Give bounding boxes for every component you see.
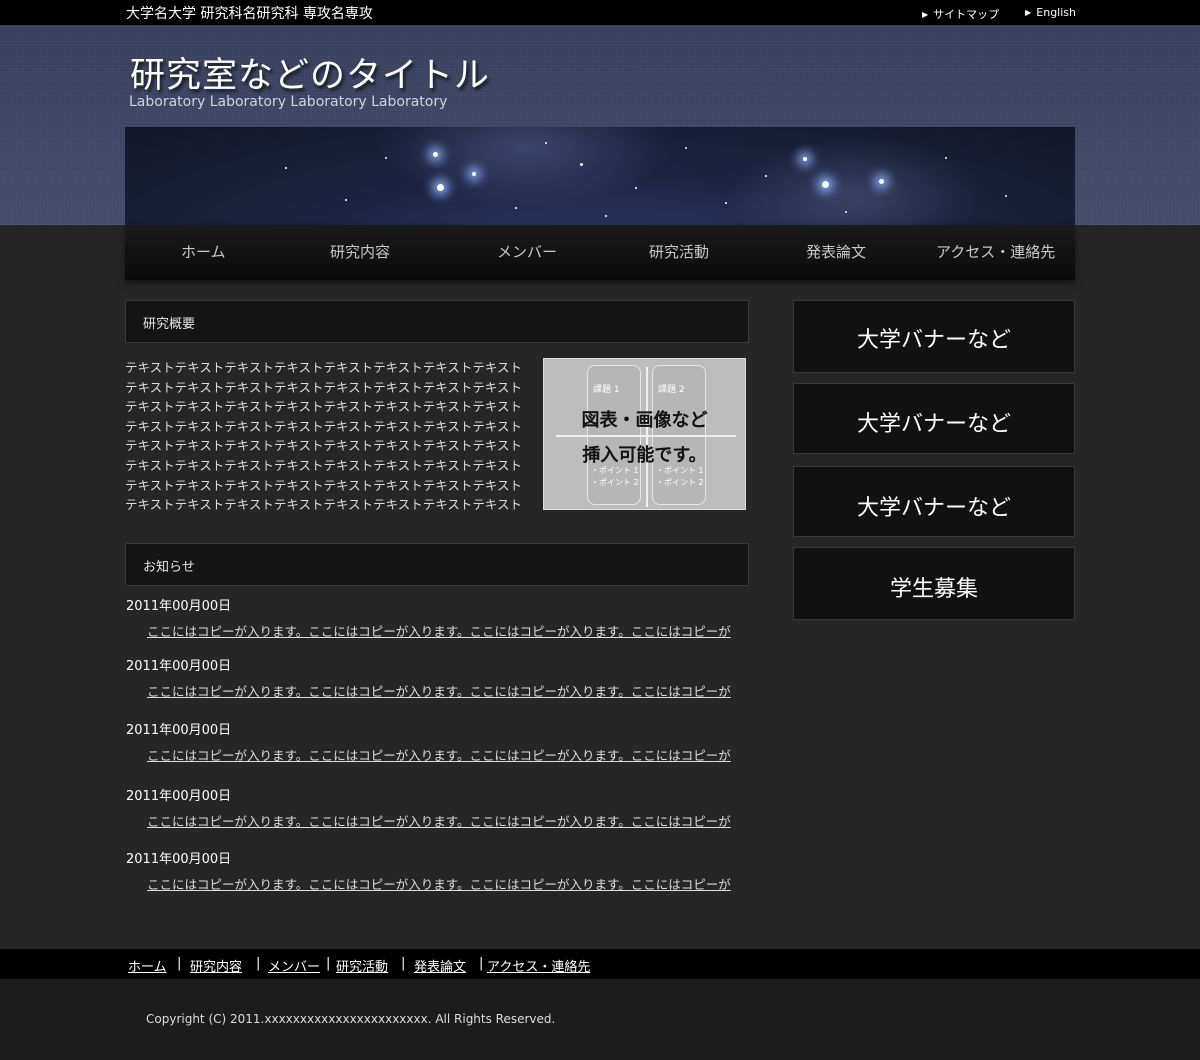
overview-line: テキストテキストテキストテキストテキストテキストテキストテキスト bbox=[125, 360, 523, 375]
news-date: 2011年00月00日 bbox=[126, 659, 232, 674]
footer-separator: | bbox=[177, 956, 182, 971]
news-date: 2011年00月00日 bbox=[126, 852, 232, 867]
news-link[interactable]: ここにはコピーが入ります。ここにはコピーが入ります。ここにはコピーが入ります。こ… bbox=[147, 621, 731, 640]
banner-label: 大学バナーなど bbox=[856, 328, 1011, 353]
footer-separator: | bbox=[401, 956, 406, 971]
news-heading: お知らせ bbox=[143, 560, 195, 575]
news-link[interactable]: ここにはコピーが入ります。ここにはコピーが入ります。ここにはコピーが入ります。こ… bbox=[147, 811, 731, 830]
overview-line: テキストテキストテキストテキストテキストテキストテキストテキスト bbox=[125, 438, 523, 454]
footer-separator: | bbox=[326, 956, 331, 971]
top-links: ▶ サイトマップ ▶ English bbox=[922, 6, 1076, 22]
news-link[interactable]: ここにはコピーが入ります。ここにはコピーが入ります。ここにはコピーが入ります。こ… bbox=[147, 681, 731, 700]
university-banner-2[interactable]: 大学バナーなど bbox=[793, 383, 1075, 454]
footer-link-papers[interactable]: 発表論文 bbox=[414, 956, 466, 975]
footer-link-home[interactable]: ホーム bbox=[128, 956, 167, 975]
main-nav: ホーム 研究内容 メンバー 研究活動 発表論文 アクセス・連絡先 bbox=[125, 225, 1075, 280]
university-name: 大学名大学 研究科名研究科 専攻名専攻 bbox=[126, 6, 373, 22]
footer-separator: | bbox=[256, 956, 261, 971]
banner-label: 大学バナーなど bbox=[856, 412, 1011, 437]
header-banner-image bbox=[125, 127, 1075, 225]
top-bar: 大学名大学 研究科名研究科 専攻名専攻 ▶ サイトマップ ▶ English bbox=[0, 0, 1200, 25]
news-link[interactable]: ここにはコピーが入ります。ここにはコピーが入ります。ここにはコピーが入ります。こ… bbox=[147, 745, 731, 764]
footer-nav: ホーム | 研究内容 | メンバー | 研究活動 | 発表論文 | アクセス・連… bbox=[0, 949, 1200, 979]
sitemap-label: サイトマップ bbox=[933, 8, 1000, 21]
english-label: English bbox=[1036, 6, 1076, 19]
nav-item-members[interactable]: メンバー bbox=[497, 241, 557, 262]
overview-line: テキストテキストテキストテキストテキストテキストテキストテキスト bbox=[125, 418, 523, 434]
footer-link-members[interactable]: メンバー bbox=[268, 956, 320, 975]
figure-caption-2: 挿入可能です。 bbox=[582, 445, 707, 466]
figure-caption-1: 図表・画像など bbox=[581, 410, 708, 431]
overview-line: テキストテキストテキストテキストテキストテキストテキストテキスト bbox=[125, 497, 523, 513]
triangle-right-icon: ▶ bbox=[1025, 8, 1032, 17]
nav-item-papers[interactable]: 発表論文 bbox=[806, 241, 866, 262]
banner-label: 大学バナーなど bbox=[856, 496, 1011, 521]
student-recruitment-banner[interactable]: 学生募集 bbox=[793, 547, 1075, 620]
overview-line: テキストテキストテキストテキストテキストテキストテキストテキスト bbox=[125, 399, 523, 415]
university-banner-3[interactable]: 大学バナーなど bbox=[793, 466, 1075, 537]
english-link[interactable]: ▶ English bbox=[1025, 6, 1076, 22]
overview-line: テキストテキストテキストテキストテキストテキストテキストテキスト bbox=[125, 379, 523, 395]
nav-item-activities[interactable]: 研究活動 bbox=[649, 241, 709, 262]
footer-link-research[interactable]: 研究内容 bbox=[190, 956, 242, 975]
copyright: Copyright (C) 2011.xxxxxxxxxxxxxxxxxxxxx… bbox=[146, 1012, 556, 1026]
nav-item-home[interactable]: ホーム bbox=[181, 241, 226, 262]
nav-item-research[interactable]: 研究内容 bbox=[330, 241, 390, 262]
footer-link-activities[interactable]: 研究活動 bbox=[336, 956, 388, 975]
banner-label: 学生募集 bbox=[889, 577, 978, 602]
figure-point-2: ・ポイント 2 bbox=[591, 478, 639, 487]
footer-separator: | bbox=[479, 956, 484, 971]
news-date: 2011年00月00日 bbox=[126, 789, 232, 804]
site-subtitle: Laboratory Laboratory Laboratory Laborat… bbox=[129, 94, 448, 110]
overview-heading-box: 研究概要 bbox=[125, 300, 749, 343]
overview-heading: 研究概要 bbox=[143, 317, 196, 332]
sitemap-link[interactable]: ▶ サイトマップ bbox=[922, 6, 999, 22]
figure-topic-1: 課題 1 bbox=[593, 385, 620, 395]
university-banner-1[interactable]: 大学バナーなど bbox=[793, 300, 1075, 373]
overview-text: テキストテキストテキストテキストテキストテキストテキストテキスト テキストテキス… bbox=[125, 358, 523, 515]
footer-link-access[interactable]: アクセス・連絡先 bbox=[487, 956, 590, 975]
overview-line: テキストテキストテキストテキストテキストテキストテキストテキスト bbox=[125, 457, 523, 473]
triangle-right-icon: ▶ bbox=[921, 10, 929, 19]
news-link[interactable]: ここにはコピーが入ります。ここにはコピーが入ります。ここにはコピーが入ります。こ… bbox=[147, 874, 731, 893]
figure-topic-2: 課題 2 bbox=[658, 385, 685, 395]
footer: Copyright (C) 2011.xxxxxxxxxxxxxxxxxxxxx… bbox=[0, 979, 1200, 1060]
news-date: 2011年00月00日 bbox=[126, 599, 232, 614]
site-title: 研究室などのタイトル bbox=[130, 56, 491, 96]
figure-point-2: ・ポイント 2 bbox=[656, 478, 704, 487]
overview-line: テキストテキストテキストテキストテキストテキストテキストテキスト bbox=[125, 477, 523, 493]
news-heading-box: お知らせ bbox=[125, 543, 749, 586]
nav-item-access[interactable]: アクセス・連絡先 bbox=[936, 241, 1055, 262]
news-date: 2011年00月00日 bbox=[126, 723, 232, 738]
figure-placeholder-image: 課題 1 課題 2 ・ポイント 1 ・ポイント 2 ・ポイント 1 ・ポイント … bbox=[543, 358, 746, 510]
